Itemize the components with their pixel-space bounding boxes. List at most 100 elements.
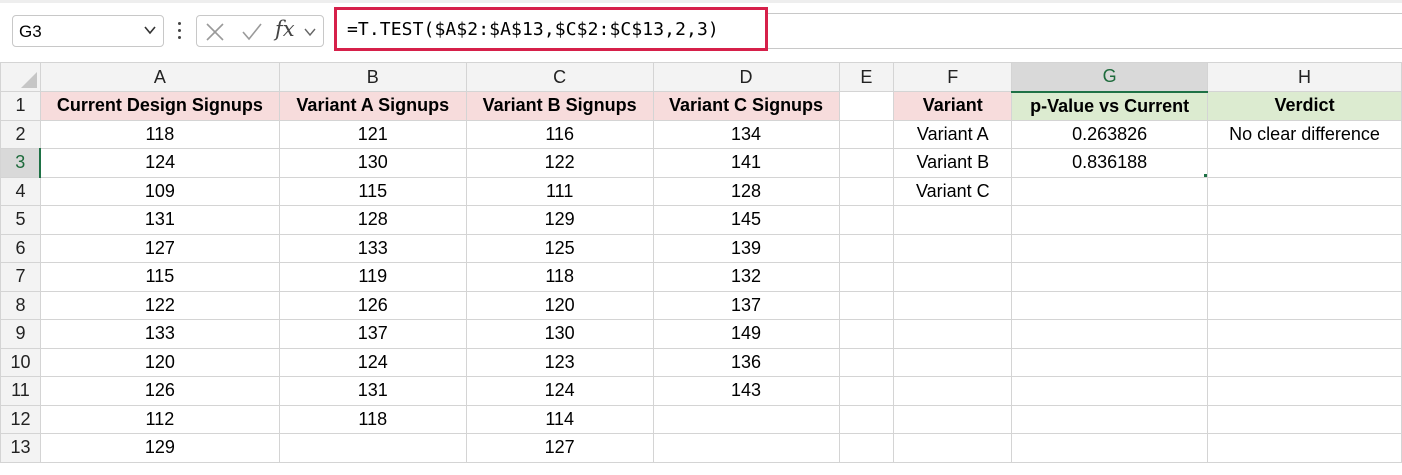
cell-f3[interactable]: Variant B (893, 148, 1013, 178)
row-header-2[interactable]: 2 (0, 119, 41, 149)
cell-c8[interactable]: 120 (465, 290, 654, 320)
cell-g5[interactable] (1011, 205, 1209, 235)
cell-g11[interactable] (1011, 376, 1209, 406)
cell-d12[interactable] (652, 404, 840, 434)
cell-g9[interactable] (1011, 319, 1209, 349)
chevron-down-icon[interactable] (143, 23, 157, 37)
cell-e4[interactable] (838, 176, 895, 206)
cell-b13[interactable] (278, 433, 467, 463)
header-cell-variant-a[interactable]: Variant A Signups (278, 91, 467, 121)
cell-f4[interactable]: Variant C (893, 176, 1013, 206)
cell-b11[interactable]: 131 (278, 376, 467, 406)
cell-f11[interactable] (893, 376, 1013, 406)
row-header-1[interactable]: 1 (0, 91, 41, 121)
cell-c6[interactable]: 125 (465, 233, 654, 263)
row-header-5[interactable]: 5 (0, 205, 41, 235)
cell-b6[interactable]: 133 (278, 233, 467, 263)
cell-g2[interactable]: 0.263826 (1011, 119, 1209, 149)
cell-b5[interactable]: 128 (278, 205, 467, 235)
cell-h2[interactable]: No clear difference (1207, 119, 1402, 149)
cell-a2[interactable]: 118 (39, 119, 280, 149)
header-cell-verdict[interactable]: Verdict (1207, 91, 1402, 121)
cell-a10[interactable]: 120 (39, 347, 280, 377)
row-header-3[interactable]: 3 (0, 148, 42, 178)
cell-b10[interactable]: 124 (278, 347, 467, 377)
row-header-6[interactable]: 6 (0, 233, 41, 263)
cell-b4[interactable]: 115 (278, 176, 467, 206)
row-header-11[interactable]: 11 (0, 376, 41, 406)
cell-h11[interactable] (1207, 376, 1402, 406)
cell-f12[interactable] (893, 404, 1013, 434)
row-header-13[interactable]: 13 (0, 433, 41, 463)
cell-a5[interactable]: 131 (39, 205, 280, 235)
more-options-icon[interactable] (178, 22, 182, 40)
cell-e2[interactable] (838, 119, 895, 149)
cell-d8[interactable]: 137 (652, 290, 840, 320)
cell-h3[interactable] (1207, 148, 1402, 178)
row-header-10[interactable]: 10 (0, 347, 41, 377)
cell-e1[interactable] (838, 91, 895, 121)
cell-h6[interactable] (1207, 233, 1402, 263)
cell-c4[interactable]: 111 (465, 176, 654, 206)
cell-f13[interactable] (893, 433, 1013, 463)
cell-f7[interactable] (893, 262, 1013, 292)
cell-d13[interactable] (652, 433, 840, 463)
cell-h13[interactable] (1207, 433, 1402, 463)
cell-e11[interactable] (838, 376, 895, 406)
cell-g7[interactable] (1011, 262, 1209, 292)
cell-g6[interactable] (1011, 233, 1209, 263)
cell-g12[interactable] (1011, 404, 1209, 434)
cell-b12[interactable]: 118 (278, 404, 467, 434)
cancel-icon[interactable] (205, 22, 225, 42)
cell-d9[interactable]: 149 (652, 319, 840, 349)
cell-a9[interactable]: 133 (39, 319, 280, 349)
cell-c2[interactable]: 116 (465, 119, 654, 149)
cell-a11[interactable]: 126 (39, 376, 280, 406)
cell-a13[interactable]: 129 (39, 433, 280, 463)
cell-e5[interactable] (838, 205, 895, 235)
cell-g10[interactable] (1011, 347, 1209, 377)
cell-c3[interactable]: 122 (465, 148, 654, 178)
cell-c5[interactable]: 129 (465, 205, 654, 235)
fill-handle[interactable] (1203, 172, 1207, 177)
column-header-f[interactable]: F (893, 62, 1013, 92)
header-cell-variant-c[interactable]: Variant C Signups (652, 91, 840, 121)
cell-e10[interactable] (838, 347, 895, 377)
cell-h9[interactable] (1207, 319, 1402, 349)
cell-a3[interactable]: 124 (39, 148, 280, 178)
column-header-c[interactable]: C (465, 62, 654, 92)
cell-g13[interactable] (1011, 433, 1209, 463)
cell-c11[interactable]: 124 (465, 376, 654, 406)
cell-c13[interactable]: 127 (465, 433, 654, 463)
cell-e13[interactable] (838, 433, 895, 463)
header-cell-current-design[interactable]: Current Design Signups (39, 91, 280, 121)
column-header-h[interactable]: H (1207, 62, 1402, 92)
row-header-8[interactable]: 8 (0, 290, 41, 320)
cell-f2[interactable]: Variant A (893, 119, 1013, 149)
cell-f5[interactable] (893, 205, 1013, 235)
cell-d7[interactable]: 132 (652, 262, 840, 292)
cell-d5[interactable]: 145 (652, 205, 840, 235)
formula-input[interactable]: =T.TEST($A$2:$A$13,$C$2:$C$13,2,3) (347, 19, 719, 40)
cell-h4[interactable] (1207, 176, 1402, 206)
cell-d2[interactable]: 134 (652, 119, 840, 149)
column-header-a[interactable]: A (39, 62, 280, 92)
cell-b3[interactable]: 130 (278, 148, 467, 178)
column-header-b[interactable]: B (278, 62, 467, 92)
name-box[interactable]: G3 (12, 15, 164, 47)
cell-a4[interactable]: 109 (39, 176, 280, 206)
cell-f6[interactable] (893, 233, 1013, 263)
cell-d6[interactable]: 139 (652, 233, 840, 263)
cell-b8[interactable]: 126 (278, 290, 467, 320)
cell-a7[interactable]: 115 (39, 262, 280, 292)
column-header-g[interactable]: G (1011, 62, 1209, 93)
row-header-12[interactable]: 12 (0, 404, 41, 434)
cell-e9[interactable] (838, 319, 895, 349)
cell-c7[interactable]: 118 (465, 262, 654, 292)
cell-c9[interactable]: 130 (465, 319, 654, 349)
insert-function-icon[interactable]: fx (275, 17, 295, 41)
chevron-down-icon[interactable] (303, 25, 317, 39)
cell-h8[interactable] (1207, 290, 1402, 320)
cell-e3[interactable] (838, 148, 895, 178)
header-cell-p-value[interactable]: p-Value vs Current (1011, 91, 1209, 121)
